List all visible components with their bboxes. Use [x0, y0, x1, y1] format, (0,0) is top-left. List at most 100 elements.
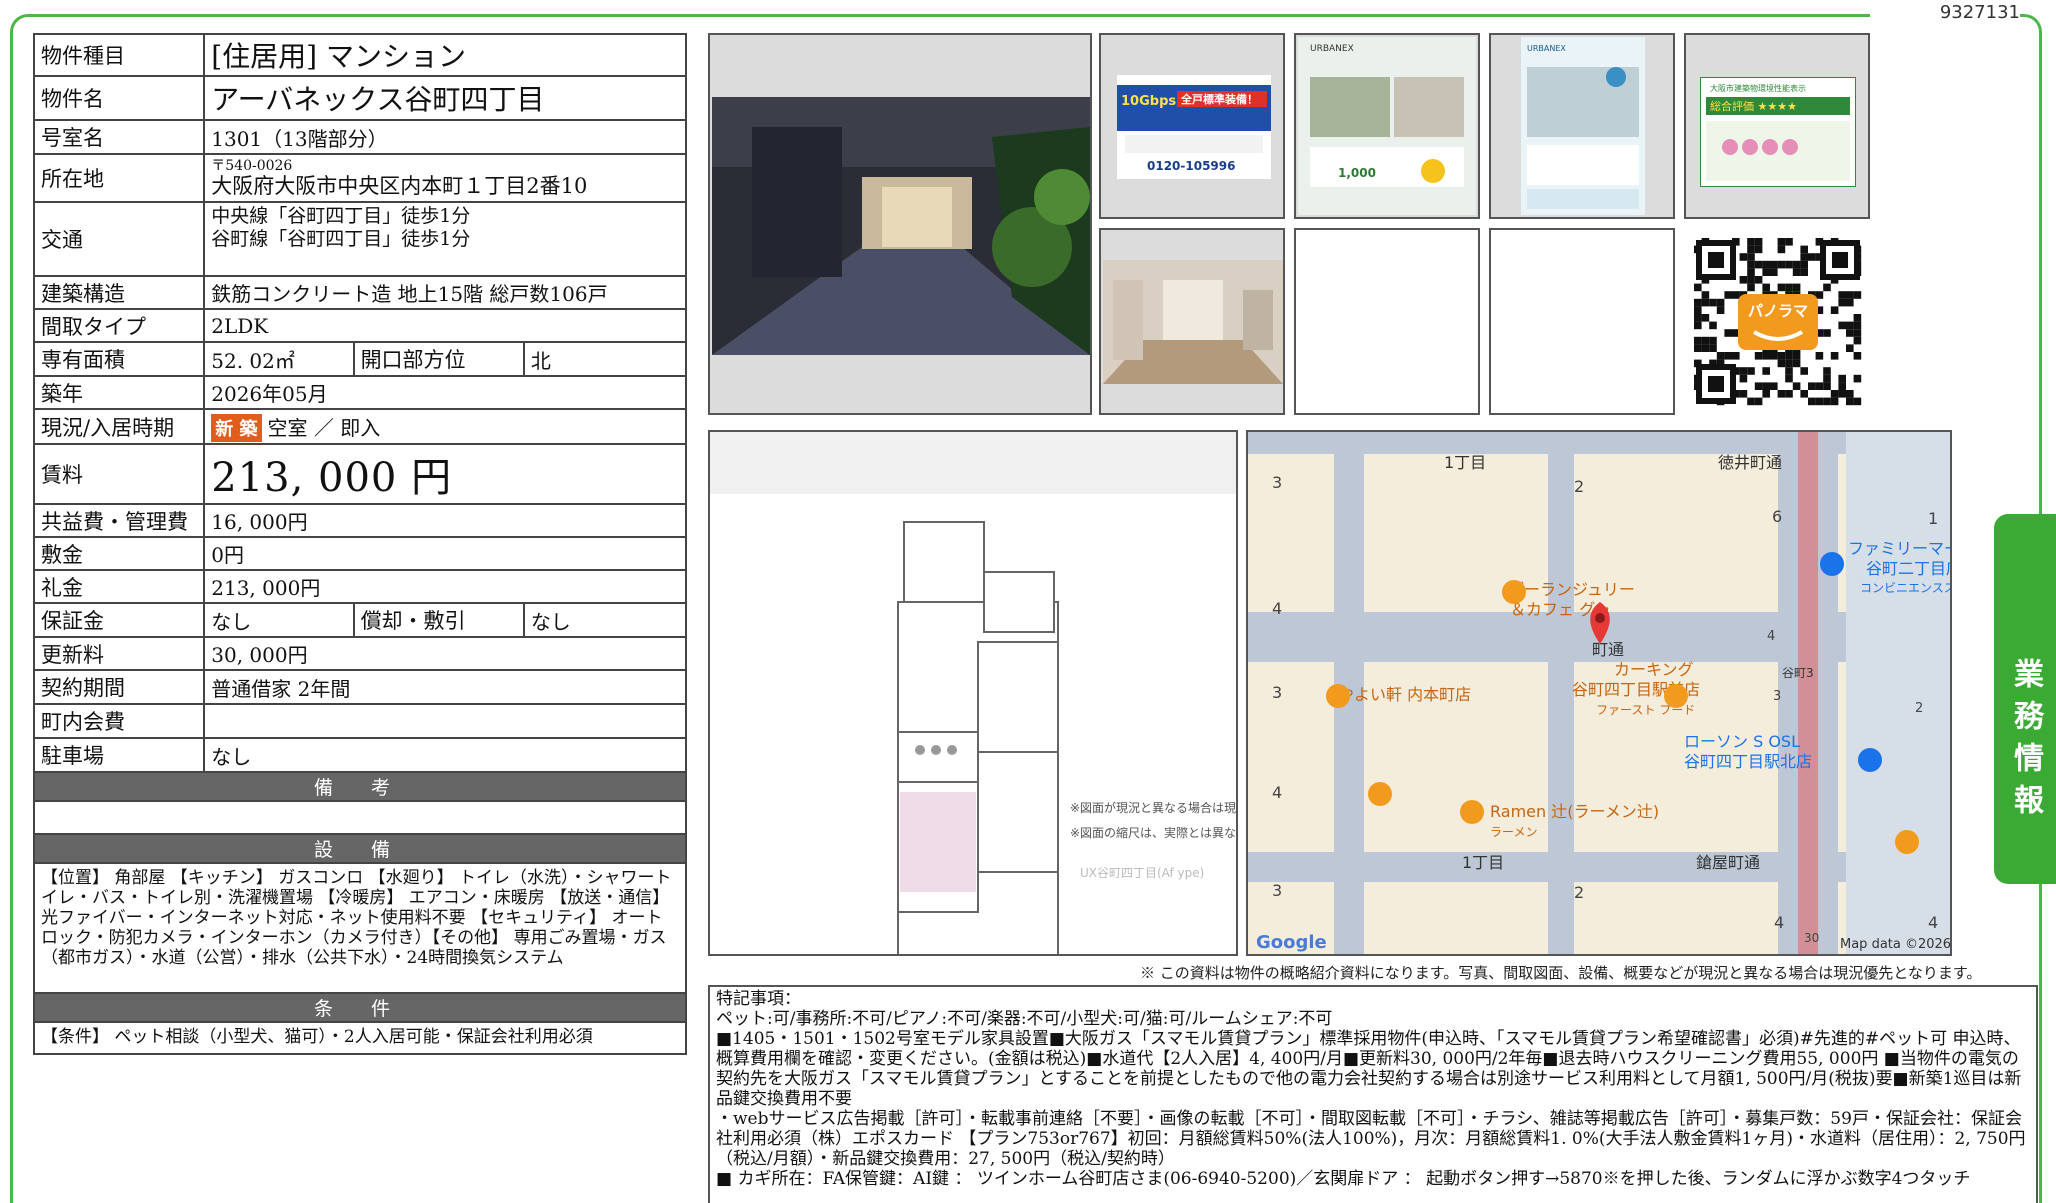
map-label-1: 1丁目 [1444, 453, 1486, 472]
transport-line-1: 中央線「谷町四丁目」徒歩1分 [211, 205, 471, 227]
area-map[interactable]: 1丁目 徳井町通 ファミリーマート 谷町二丁目店 コンビニエンスストア ブーラン… [1246, 430, 1952, 956]
structure-value: 鉄筋コンクリート造 地上15階 総戸数106戸 [203, 275, 687, 310]
facilities-heading: 設 備 [33, 833, 687, 864]
flyer-speed: 10Gbps [1121, 94, 1176, 109]
flyer2-amount: 1,000 [1338, 166, 1376, 180]
room-label: 号室名 [32, 119, 206, 155]
amort-value: なし [522, 602, 688, 638]
conditions-text: 【条件】 ペット相談（小型犬、猫可）・2人入居可能・保証会社利用必須 [33, 1021, 687, 1055]
empty-photo-slot [1489, 228, 1675, 415]
contract-label: 契約期間 [32, 669, 206, 705]
structure-label: 建築構造 [32, 275, 206, 310]
brand-flyer-thumbnail[interactable]: URBANEX 1,000 [1294, 33, 1480, 219]
flyer-headline: 全戸標準装備！ [1180, 92, 1258, 106]
internet-flyer-thumbnail[interactable]: 10Gbps 全戸標準装備！ 0120-105996 [1099, 33, 1285, 219]
cafe-icon [1502, 580, 1526, 604]
block-number: 4 [1928, 913, 1938, 932]
interior-photo[interactable] [1099, 228, 1285, 415]
restaurant-icon [1895, 830, 1919, 854]
parking-value: なし [203, 737, 687, 773]
block-number: 2 [1574, 883, 1584, 902]
location-label: 所在地 [32, 153, 206, 203]
block-number: 3 [1272, 881, 1282, 900]
energy-label-thumbnail[interactable]: 大阪市建築物環境性能表示 総合評価 ★★★★ [1684, 33, 1870, 219]
block-number: 3 [1272, 683, 1282, 702]
direction-label: 開口部方位 [352, 341, 525, 377]
layout-value: 2LDK [203, 308, 687, 343]
status-label: 現況/入居時期 [32, 408, 206, 445]
fee-value: 16, 000円 [203, 503, 687, 538]
community-value [203, 703, 687, 739]
map-label-21: Map data ©2026 [1840, 937, 1950, 952]
restaurant-icon [1664, 684, 1688, 708]
renewal-label: 更新料 [32, 636, 206, 671]
contract-value: 普通借家 2年間 [203, 669, 687, 705]
map-label-17: 1丁目 [1462, 853, 1504, 872]
block-number: 2 [1574, 477, 1584, 496]
energy-label-title: 大阪市建築物環境性能表示 [1710, 83, 1806, 93]
map-label-19: 谷町3 [1782, 666, 1814, 680]
key-money-value: 213, 000円 [203, 569, 687, 604]
remarks-heading: 備 考 [33, 771, 687, 802]
entrance-photo[interactable] [708, 33, 1092, 415]
remarks-key-info: ■ カギ所在：FA保管鍵：AI鍵 ： ツインホーム谷町店さま(06-6940-5… [716, 1169, 1971, 1189]
room-value: 1301（13階部分） [203, 119, 687, 155]
new-build-badge: 新 築 [211, 413, 262, 442]
community-label: 町内会費 [32, 703, 206, 739]
floorplan-caption: UX谷町四丁目(Af ype) [1080, 866, 1204, 880]
map-label-2: 徳井町通 [1718, 453, 1782, 472]
block-number: 3 [1773, 689, 1781, 704]
key-money-label: 礼金 [32, 569, 206, 604]
restaurant-icon [1460, 800, 1484, 824]
disclaimer-notice: ※ この資料は物件の概略紹介資料になります。写真、間取図面、設備、概要などが現況… [1140, 964, 1982, 982]
guarantee-label: 保証金 [32, 602, 206, 638]
type-label: 物件種目 [32, 33, 206, 77]
map-label-9: カーキング [1614, 660, 1694, 679]
fee-label: 共益費・管理費 [32, 503, 206, 538]
map-label-18: 鎗屋町通 [1696, 853, 1760, 872]
remarks-cell [33, 800, 687, 835]
name-value: アーバネックス谷町四丁目 [203, 75, 687, 121]
store-icon [1858, 748, 1882, 772]
transport-label: 交通 [32, 201, 206, 277]
special-remarks: 特記事項： ペット:可/事務所:不可/ピアノ:不可/楽器:不可/小型犬:可/猫:… [708, 985, 2038, 1203]
block-number: 4 [1272, 599, 1282, 618]
area-value: 52. 02㎡ [203, 341, 355, 377]
map-label-20: Google [1256, 932, 1327, 953]
map-label-15: Ramen 辻(ラーメン辻) [1490, 802, 1659, 821]
block-number: 4 [1767, 629, 1775, 644]
reference-number: 9327131 [1939, 2, 2020, 23]
guarantee-value: なし [203, 602, 355, 638]
map-label-13: ローソン S OSL [1684, 732, 1800, 751]
service-flyer-thumbnail[interactable]: URBANEX [1489, 33, 1675, 219]
built-label: 築年 [32, 375, 206, 410]
map-label-8: 町通 [1592, 640, 1624, 659]
restaurant-icon [1368, 782, 1392, 806]
panorama-qr-code[interactable]: パノラマ [1690, 234, 1866, 410]
facilities-text: 【位置】 角部屋 【キッチン】 ガスコンロ 【水廻り】 トイレ（水洗）・シャワー… [33, 862, 687, 994]
map-label-14: 谷町四丁目駅北店 [1684, 752, 1812, 771]
store-icon [1820, 552, 1844, 576]
floorplan-note-1: ※図面が現況と異なる場合は現況優先とします。 [1070, 800, 1236, 815]
parking-label: 駐車場 [32, 737, 206, 773]
business-info-tab[interactable]: 業務情報 [1994, 514, 2056, 884]
amort-label: 償却・敷引 [352, 602, 525, 638]
qr-panorama-label: パノラマ [1748, 302, 1808, 320]
remarks-title: 特記事項： [716, 989, 801, 1009]
type-value: [住居用] マンション [203, 33, 687, 77]
rent-label: 賃料 [32, 443, 206, 505]
status-value: 空室 ／ 即入 [267, 415, 381, 440]
floorplan-note-2: ※図面の縮尺は、実際とは異なります。 [1070, 825, 1236, 840]
remarks-advertising: ・webサービス広告掲載［許可］・転載事前連絡［不要］・画像の転載［不可］・間取… [716, 1109, 2026, 1169]
map-label-5: コンビニエンスストア [1860, 581, 1950, 595]
remarks-pets: ペット:可/事務所:不可/ピアノ:不可/楽器:不可/小型犬:可/猫:可/ルームシ… [716, 1009, 1333, 1029]
block-number: 30 [1804, 931, 1819, 945]
empty-photo-slot [1294, 228, 1480, 415]
floor-plan[interactable]: ※図面が現況と異なる場合は現況優先とします。 ※図面の縮尺は、実際とは異なります… [708, 430, 1331, 1003]
remarks-body: ■1405・1501・1502号室モデル家具設置■大阪ガス「スマモル賃貸プラン」… [716, 1029, 2022, 1109]
deposit-value: 0円 [203, 536, 687, 571]
block-number: 6 [1772, 507, 1782, 526]
transport-line-2: 谷町線「谷町四丁目」徒歩1分 [211, 228, 471, 250]
address: 大阪府大阪市中央区内本町１丁目2番10 [211, 173, 588, 198]
flyer3-brand: URBANEX [1527, 44, 1566, 53]
